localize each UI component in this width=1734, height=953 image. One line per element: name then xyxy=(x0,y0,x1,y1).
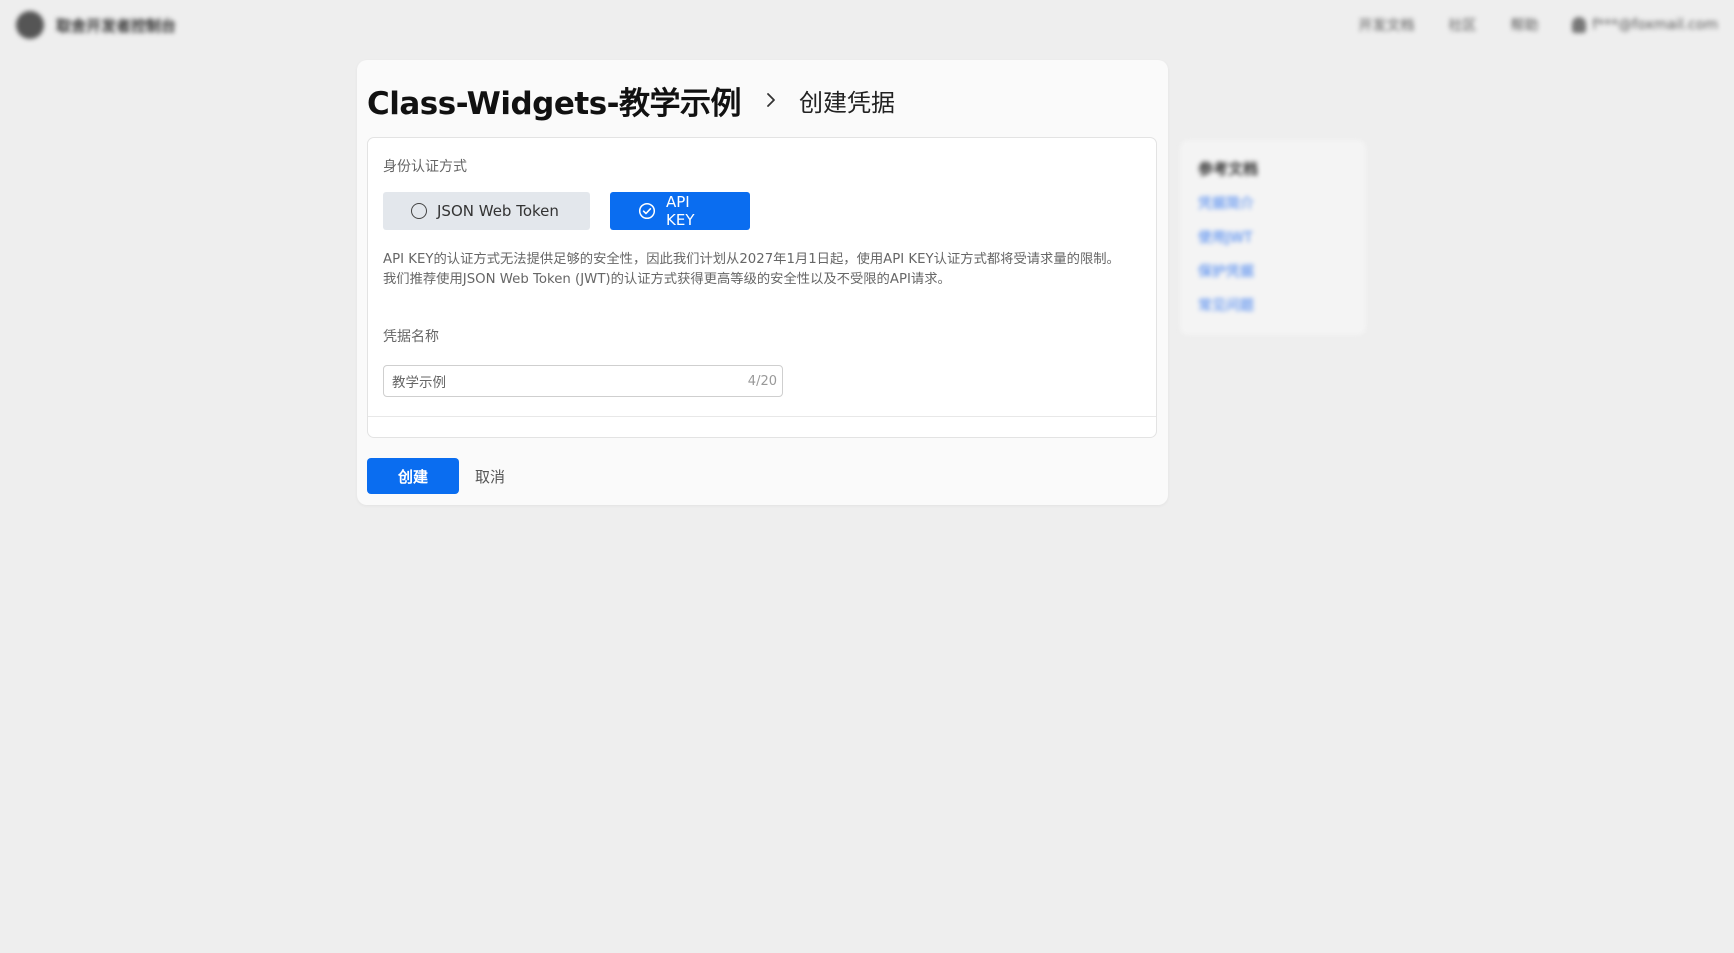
reference-link[interactable]: 常见问题 xyxy=(1198,295,1348,315)
cancel-button[interactable]: 取消 xyxy=(475,466,505,487)
logo-icon xyxy=(16,11,44,39)
reference-link[interactable]: 保护凭据 xyxy=(1198,261,1348,281)
auth-option-apikey[interactable]: API KEY xyxy=(610,192,750,230)
credential-name-field[interactable]: 4/20 xyxy=(383,365,783,397)
credential-form: 身份认证方式 JSON Web Token API KEY API KEY的认证… xyxy=(367,137,1157,438)
radio-empty-icon xyxy=(411,203,427,219)
credential-name-label: 凭据名称 xyxy=(383,329,439,345)
brand[interactable]: 取舍开发者控制台 xyxy=(16,11,176,39)
auth-option-apikey-label: API KEY xyxy=(666,193,695,229)
project-title[interactable]: Class-Widgets-教学示例 xyxy=(367,78,742,123)
reference-title: 参考文档 xyxy=(1198,160,1259,178)
char-count: 4/20 xyxy=(747,373,777,389)
top-bar: 取舍开发者控制台 开发文档 社区 帮助 f***@foxmail.com xyxy=(0,0,1734,50)
page-title: 创建凭据 xyxy=(799,88,896,117)
brand-name: 取舍开发者控制台 xyxy=(56,16,177,35)
reference-link[interactable]: 使用JWT xyxy=(1198,227,1348,247)
user-icon xyxy=(1572,17,1587,33)
nav-item-community[interactable]: 社区 xyxy=(1448,15,1476,35)
reference-panel: 参考文档 凭据简介 使用JWT 保护凭据 常见问题 xyxy=(1180,140,1366,335)
user-menu[interactable]: f***@foxmail.com xyxy=(1572,17,1718,33)
reference-link[interactable]: 凭据简介 xyxy=(1198,193,1348,213)
auth-method-options: JSON Web Token API KEY xyxy=(383,192,750,230)
auth-notice: API KEY的认证方式无法提供足够的安全性，因此我们计划从2027年1月1日起… xyxy=(383,250,1138,290)
chevron-right-icon xyxy=(765,91,777,109)
form-actions: 创建 取消 xyxy=(367,458,505,494)
user-email: f***@foxmail.com xyxy=(1592,17,1718,33)
notice-line-1: API KEY的认证方式无法提供足够的安全性，因此我们计划从2027年1月1日起… xyxy=(383,252,1120,267)
nav-item-help[interactable]: 帮助 xyxy=(1510,15,1538,35)
create-credential-card: Class-Widgets-教学示例 创建凭据 身份认证方式 JSON Web … xyxy=(357,60,1168,505)
auth-method-label: 身份认证方式 xyxy=(383,159,467,175)
credential-name-input[interactable] xyxy=(392,373,712,389)
auth-option-jwt[interactable]: JSON Web Token xyxy=(383,192,590,230)
divider xyxy=(368,416,1156,417)
notice-line-2: 我们推荐使用JSON Web Token (JWT)的认证方式获得更高等级的安全… xyxy=(383,272,951,287)
nav-item-docs[interactable]: 开发文档 xyxy=(1358,15,1414,35)
create-button[interactable]: 创建 xyxy=(367,458,459,494)
auth-option-jwt-label: JSON Web Token xyxy=(437,202,559,220)
check-circle-icon xyxy=(638,202,656,220)
breadcrumb: Class-Widgets-教学示例 创建凭据 xyxy=(367,70,895,130)
top-nav: 开发文档 社区 帮助 f***@foxmail.com xyxy=(1358,15,1718,35)
